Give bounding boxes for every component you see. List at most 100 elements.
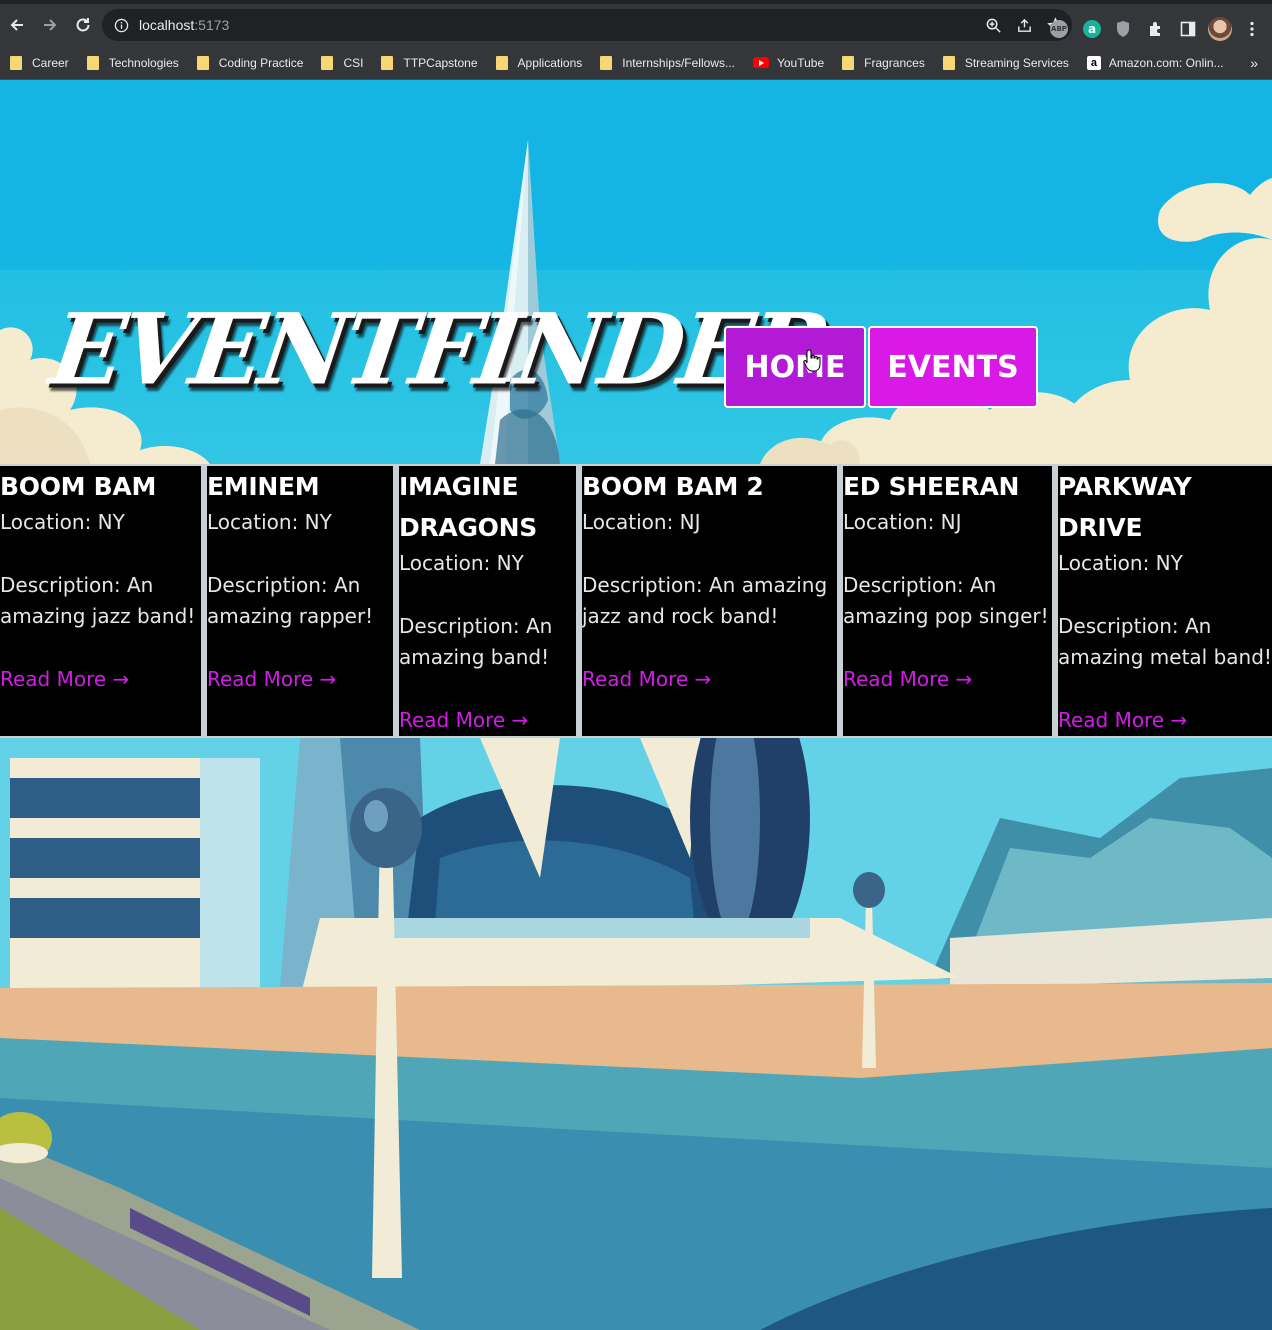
youtube-icon — [752, 57, 769, 68]
event-title: IMAGINE DRAGONS — [399, 472, 537, 542]
folder-icon — [942, 55, 955, 70]
arrow-right-icon — [44, 19, 57, 31]
folder-icon — [495, 55, 508, 70]
event-title: EMINEM — [207, 472, 320, 501]
extension-abp[interactable]: ABP — [1050, 8, 1068, 50]
share-icon[interactable] — [1016, 17, 1033, 34]
event-card: ED SHEERAN Location: NJ Description: An am… — [843, 466, 1052, 736]
bookmarks-bar: Career Technologies Coding Practice CSI TTPC… — [0, 46, 1272, 80]
bookmark-item[interactable]: Coding Practice — [196, 55, 304, 70]
bookmark-label: TTPCapstone — [403, 55, 478, 70]
back-button[interactable] — [1, 9, 33, 41]
bookmark-item[interactable]: TTPCapstone — [381, 55, 478, 70]
event-title: ED SHEERAN — [843, 472, 1020, 501]
read-more-link[interactable]: Read More → — [399, 705, 576, 736]
folder-icon — [10, 55, 22, 70]
bookmark-item[interactable]: Streaming Services — [942, 55, 1069, 70]
event-location: Location: NY — [1058, 551, 1183, 575]
zoom-icon[interactable] — [985, 17, 1002, 34]
hero-header: EVENTFINDER HOME EVENTS — [0, 80, 1272, 464]
read-more-link[interactable]: Read More → — [207, 664, 393, 695]
bookmark-label: Internships/Fellows... — [622, 55, 735, 70]
bookmark-label: Applications — [517, 55, 583, 70]
read-more-link[interactable]: Read More → — [1058, 705, 1272, 736]
bookmark-label: Coding Practice — [218, 55, 304, 70]
nav-events-button[interactable]: EVENTS — [868, 326, 1038, 408]
address-bar[interactable]: localhost:5173 — [102, 9, 1072, 41]
event-description: Description: An amazing jazz and rock ba… — [582, 573, 828, 628]
extension-ublock[interactable] — [1115, 8, 1131, 50]
folder-icon — [321, 55, 334, 70]
amazon-icon: a — [1086, 55, 1101, 70]
ublock-shield-icon — [1117, 21, 1129, 37]
browser-toolbar: localhost:5173 ABP a — [0, 4, 1272, 46]
futuristic-city-illustration — [0, 738, 1272, 1330]
extension-a-icon: a — [1083, 20, 1101, 38]
info-icon — [114, 18, 129, 32]
bookmark-item[interactable]: Technologies — [86, 55, 179, 70]
event-title: PARKWAY DRIVE — [1058, 472, 1192, 542]
folder-icon — [600, 55, 613, 70]
kebab-menu-icon — [1250, 21, 1254, 37]
adblock-icon: ABP — [1050, 20, 1068, 38]
event-description: Description: An amazing jazz band! — [0, 573, 196, 628]
nav-home-button[interactable]: HOME — [724, 326, 866, 408]
puzzle-icon — [1150, 22, 1160, 36]
main-nav: HOME EVENTS — [724, 326, 1038, 408]
event-location: Location: NJ — [582, 510, 701, 534]
forward-button[interactable] — [34, 9, 66, 41]
extensions-button[interactable] — [1147, 8, 1165, 50]
event-description: Description: An amazing band! — [399, 614, 553, 669]
event-description: Description: An amazing rapper! — [207, 573, 374, 628]
event-card: BOOM BAM 2 Location: NJ Description: An am… — [582, 466, 837, 736]
bookmark-label: Career — [32, 55, 69, 70]
arrow-left-icon — [10, 19, 23, 31]
event-description: Description: An amazing pop singer! — [843, 573, 1049, 628]
browser-chrome: localhost:5173 ABP a Career Technologie… — [0, 0, 1272, 80]
folder-icon — [381, 55, 394, 70]
folder-icon — [196, 55, 209, 70]
event-title: BOOM BAM — [0, 472, 157, 501]
extension-a[interactable]: a — [1083, 8, 1101, 50]
event-card-grid: BOOM BAM Location: NY Description: An amaz… — [0, 464, 1272, 738]
side-panel-icon — [1180, 21, 1196, 37]
event-card: IMAGINE DRAGONS Location: NY Description: … — [399, 466, 576, 736]
city-background-illustration — [0, 738, 1272, 1330]
bookmark-item[interactable]: Career — [10, 55, 69, 70]
read-more-link[interactable]: Read More → — [0, 664, 201, 695]
event-description: Description: An amazing metal band! — [1058, 614, 1272, 669]
reload-button[interactable] — [67, 9, 99, 41]
bookmark-label: CSI — [343, 55, 364, 70]
bookmarks-more-button[interactable]: » — [1250, 55, 1258, 71]
bookmark-label: YouTube — [776, 55, 825, 70]
folder-icon — [842, 55, 855, 70]
bookmark-item[interactable]: Internships/Fellows... — [600, 55, 735, 70]
event-location: Location: NY — [399, 551, 524, 575]
url-host: localhost — [139, 17, 195, 33]
reload-icon — [76, 18, 90, 32]
bookmark-label: Fragrances — [864, 55, 925, 70]
url-port: :5173 — [194, 17, 230, 33]
event-title: BOOM BAM 2 — [582, 472, 764, 501]
folder-icon — [86, 55, 99, 70]
bookmark-item[interactable]: Fragrances — [842, 55, 925, 70]
event-card: EMINEM Location: NY Description: An amazin… — [207, 466, 393, 736]
event-card: BOOM BAM Location: NY Description: An amaz… — [0, 466, 201, 736]
bookmark-label: Streaming Services — [964, 55, 1069, 70]
profile-avatar[interactable] — [1208, 8, 1232, 50]
event-location: Location: NY — [0, 510, 125, 534]
bookmark-item[interactable]: YouTube — [752, 55, 825, 70]
bookmark-item[interactable]: a Amazon.com: Onlin... — [1086, 55, 1224, 70]
event-location: Location: NY — [207, 510, 332, 534]
side-panel-button[interactable] — [1180, 8, 1196, 50]
read-more-link[interactable]: Read More → — [582, 664, 837, 695]
event-location: Location: NJ — [843, 510, 962, 534]
menu-button[interactable] — [1244, 8, 1260, 50]
bookmark-item[interactable]: Applications — [495, 55, 583, 70]
site-logo[interactable]: EVENTFINDER — [44, 292, 833, 407]
hand-cursor-icon — [803, 349, 821, 372]
event-card: PARKWAY DRIVE Location: NY Description: An… — [1058, 466, 1272, 736]
bookmark-item[interactable]: CSI — [321, 55, 364, 70]
read-more-link[interactable]: Read More → — [843, 664, 1052, 695]
bookmark-label: Amazon.com: Onlin... — [1108, 55, 1224, 70]
